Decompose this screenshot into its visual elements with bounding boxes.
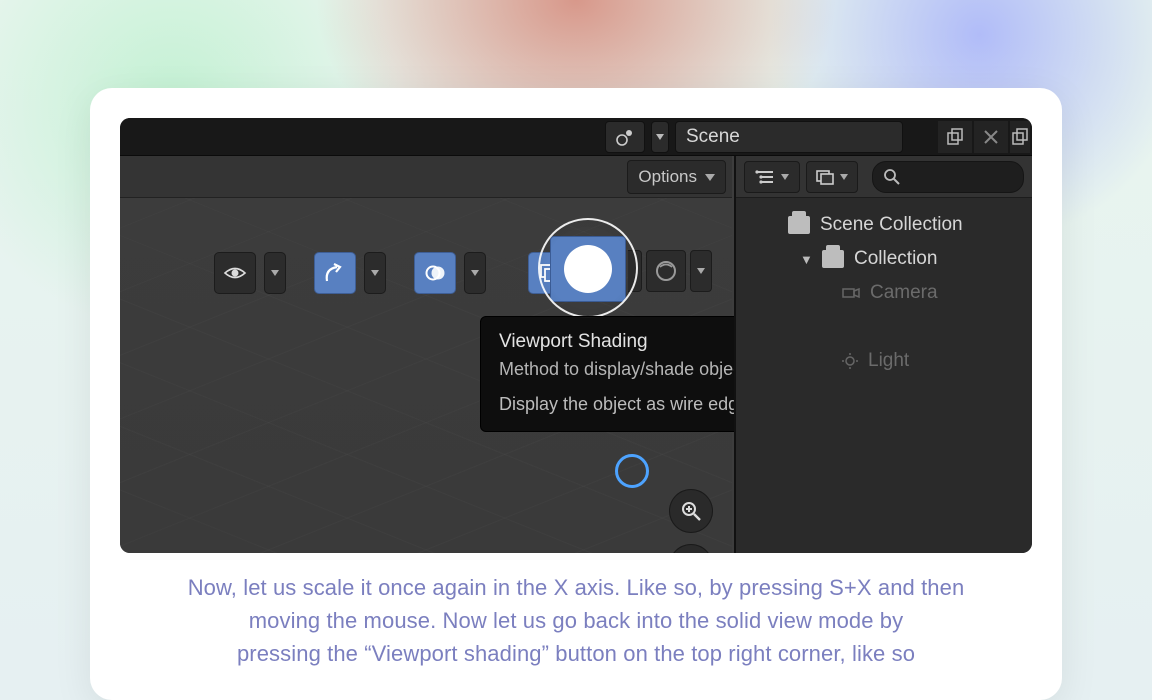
visibility-button[interactable] xyxy=(214,252,256,294)
tutorial-caption: Now, let us scale it once again in the X… xyxy=(120,571,1032,670)
outliner-header xyxy=(736,156,1032,198)
shading-dropdown[interactable] xyxy=(690,250,712,292)
scene-selector-group: Scene xyxy=(605,118,903,156)
scene-icon[interactable] xyxy=(605,121,645,153)
outliner-light[interactable]: Light xyxy=(746,344,1026,378)
caption-line: pressing the “Viewport shading” button o… xyxy=(160,637,992,670)
linked-scene-button[interactable] xyxy=(1010,121,1030,153)
options-label: Options xyxy=(638,167,697,187)
zoom-button[interactable] xyxy=(669,489,713,533)
collection-icon xyxy=(788,216,810,234)
outliner-mode-dropdown[interactable] xyxy=(744,161,800,193)
outliner-item-label: Camera xyxy=(870,282,938,304)
outliner-camera[interactable]: Camera xyxy=(746,276,1026,310)
tutorial-card: Scene Options xyxy=(90,88,1062,700)
window-topbar: Scene xyxy=(120,118,1032,156)
outliner-item-label: Collection xyxy=(854,248,937,270)
scene-name-field[interactable]: Scene xyxy=(675,121,903,153)
outliner-search[interactable] xyxy=(872,161,1024,193)
search-icon xyxy=(883,168,901,186)
shading-right-group xyxy=(628,250,712,292)
caption-line: Now, let us scale it once again in the X… xyxy=(160,571,992,604)
gizmo-button[interactable] xyxy=(314,252,356,294)
outliner-item-label: Light xyxy=(868,350,909,372)
collection-icon xyxy=(822,250,844,268)
options-dropdown[interactable]: Options xyxy=(627,160,726,194)
camera-icon xyxy=(842,286,860,300)
visibility-dropdown[interactable] xyxy=(264,252,286,294)
blender-screenshot: Scene Options xyxy=(120,118,1032,553)
outliner-panel: Scene Collection ▼ Collection Camera xyxy=(734,156,1032,553)
delete-scene-button[interactable] xyxy=(974,121,1008,153)
workspace: Options xyxy=(120,156,1032,553)
shading-material-button[interactable] xyxy=(646,250,686,292)
outliner-view-dropdown[interactable] xyxy=(806,161,858,193)
disclosure-triangle-icon[interactable]: ▼ xyxy=(800,252,812,267)
solid-sphere-icon xyxy=(564,245,612,293)
overlay-dropdown[interactable] xyxy=(464,252,486,294)
shading-solid-button[interactable] xyxy=(550,236,626,302)
outliner-collection[interactable]: ▼ Collection xyxy=(746,242,1026,276)
scene-dropdown-button[interactable] xyxy=(651,121,669,153)
outliner-scene-collection[interactable]: Scene Collection xyxy=(746,208,1026,242)
caption-line: moving the mouse. Now let us go back int… xyxy=(160,604,992,637)
overlay-button[interactable] xyxy=(414,252,456,294)
new-scene-button[interactable] xyxy=(938,121,972,153)
light-icon xyxy=(842,353,858,369)
3d-cursor-icon xyxy=(615,454,649,488)
gizmo-dropdown[interactable] xyxy=(364,252,386,294)
outliner-tree: Scene Collection ▼ Collection Camera xyxy=(736,198,1032,378)
3d-viewport[interactable]: Options xyxy=(120,156,732,553)
viewport-header: Options xyxy=(120,156,732,198)
shading-solid-right-edge xyxy=(628,250,642,292)
topbar-right-controls xyxy=(938,118,1032,156)
outliner-item-label: Scene Collection xyxy=(820,214,963,236)
